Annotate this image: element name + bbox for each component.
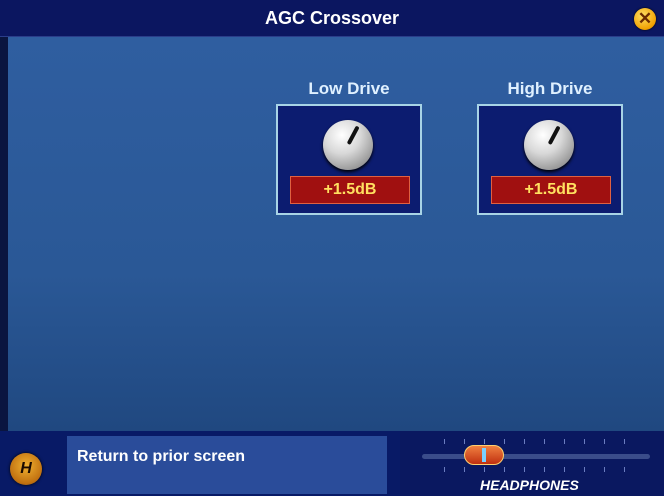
fader-tick xyxy=(564,467,565,472)
fader-tick xyxy=(524,467,525,472)
fader-tick xyxy=(604,467,605,472)
close-button[interactable]: ✕ xyxy=(634,8,656,30)
close-icon: ✕ xyxy=(637,9,653,28)
low-drive-panel: +1.5dB xyxy=(276,104,422,215)
title-bar: AGC Crossover ✕ xyxy=(0,0,664,37)
fader-tick xyxy=(464,467,465,472)
main-area: Low Drive +1.5dB High Drive +1.5dB xyxy=(8,37,664,431)
thumb-marker xyxy=(482,448,486,462)
help-icon: H xyxy=(20,460,32,477)
fader-tick xyxy=(504,439,505,444)
fader-tick xyxy=(564,439,565,444)
fader-label: HEADPHONES xyxy=(480,477,579,493)
knob-indicator xyxy=(547,125,561,146)
fader-tick xyxy=(444,467,445,472)
high-drive-label: High Drive xyxy=(507,79,593,98)
low-drive-label: Low Drive xyxy=(308,79,390,98)
footer-bar: H Return to prior screen HEADPHONES xyxy=(0,431,664,496)
fader-tick xyxy=(624,467,625,472)
fader-tick xyxy=(604,439,605,444)
hint-text: Return to prior screen xyxy=(77,448,246,465)
low-drive-readout: +1.5dB xyxy=(290,176,410,204)
low-drive-knob[interactable] xyxy=(323,120,373,170)
app-window: AGC Crossover ✕ Low Drive +1.5dB High Dr… xyxy=(0,0,664,496)
fader-tick xyxy=(444,439,445,444)
window-title: AGC Crossover xyxy=(264,8,400,28)
fader-tick xyxy=(584,439,585,444)
fader-tick xyxy=(624,439,625,444)
high-drive-knob[interactable] xyxy=(524,120,574,170)
fader-tick xyxy=(544,467,545,472)
high-drive-readout: +1.5dB xyxy=(491,176,611,204)
fader-tick xyxy=(584,467,585,472)
fader-rail[interactable] xyxy=(422,454,650,459)
fader-thumb[interactable] xyxy=(464,445,504,465)
headphones-fader: HEADPHONES xyxy=(400,431,664,496)
hint-box: Return to prior screen xyxy=(67,436,387,494)
fader-tick xyxy=(484,439,485,444)
fader-tick xyxy=(544,439,545,444)
help-button[interactable]: H xyxy=(10,453,42,485)
knob-indicator xyxy=(346,125,360,146)
fader-tick xyxy=(504,467,505,472)
fader-tick xyxy=(484,467,485,472)
high-drive-panel: +1.5dB xyxy=(477,104,623,215)
fader-tick xyxy=(524,439,525,444)
fader-tick xyxy=(464,439,465,444)
